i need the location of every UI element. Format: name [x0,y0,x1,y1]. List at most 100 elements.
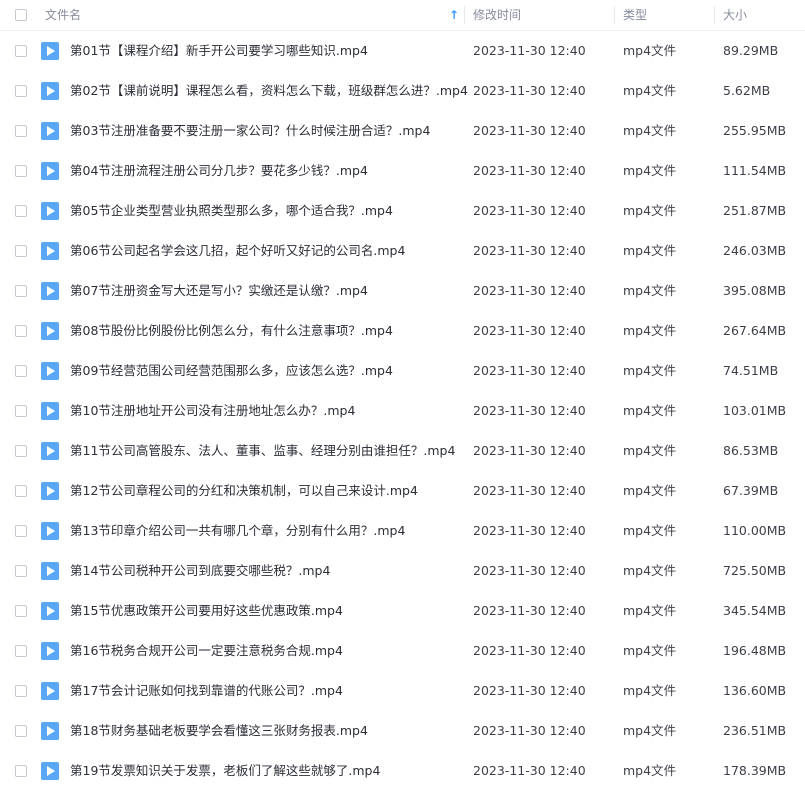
select-all-checkbox[interactable] [15,9,27,21]
column-header-name[interactable]: 文件名 [45,0,81,30]
file-name[interactable]: 第18节财务基础老板要学会看懂这三张财务报表.mp4 [70,711,368,751]
file-type: mp4文件 [623,603,677,618]
file-name[interactable]: 第14节公司税种开公司到底要交哪些税？.mp4 [70,551,330,591]
file-modified-time: 2023-11-30 12:40 [473,763,586,778]
file-modified-time: 2023-11-30 12:40 [473,43,586,58]
file-size: 74.51MB [723,363,779,378]
file-size: 196.48MB [723,643,787,658]
file-row[interactable]: 第15节优惠政策开公司要用好这些优惠政策.mp4 2023-11-30 12:40… [0,591,805,631]
file-row[interactable]: 第08节股份比例股份比例怎么分，有什么注意事项？.mp4 2023-11-30 1… [0,311,805,351]
file-name[interactable]: 第02节【课前说明】课程怎么看，资料怎么下载，班级群怎么进？.mp4 [70,71,468,111]
file-name[interactable]: 第13节印章介绍公司一共有哪几个章，分别有什么用？.mp4 [70,511,405,551]
file-modified-time: 2023-11-30 12:40 [473,683,586,698]
row-checkbox[interactable] [15,405,27,417]
file-modified-time: 2023-11-30 12:40 [473,603,586,618]
file-type: mp4文件 [623,283,677,298]
file-size: 178.39MB [723,763,787,778]
row-checkbox[interactable] [15,445,27,457]
file-name[interactable]: 第19节发票知识关于发票，老板们了解这些就够了.mp4 [70,751,380,791]
file-row[interactable]: 第18节财务基础老板要学会看懂这三张财务报表.mp4 2023-11-30 12:… [0,711,805,751]
file-type: mp4文件 [623,443,677,458]
file-row[interactable]: 第12节公司章程公司的分红和决策机制，可以自己来设计.mp4 2023-11-30… [0,471,805,511]
file-modified-time: 2023-11-30 12:40 [473,203,586,218]
file-row[interactable]: 第10节注册地址开公司没有注册地址怎么办？.mp4 2023-11-30 12:4… [0,391,805,431]
file-size: 255.95MB [723,123,787,138]
file-row[interactable]: 第14节公司税种开公司到底要交哪些税？.mp4 2023-11-30 12:40 m… [0,551,805,591]
row-checkbox[interactable] [15,285,27,297]
file-name[interactable]: 第16节税务合规开公司一定要注意税务合规.mp4 [70,631,343,671]
row-checkbox[interactable] [15,525,27,537]
file-size: 67.39MB [723,483,779,498]
file-name[interactable]: 第06节公司起名学会这几招，起个好听又好记的公司名.mp4 [70,231,405,271]
file-modified-time: 2023-11-30 12:40 [473,243,586,258]
row-checkbox[interactable] [15,765,27,777]
column-header-size[interactable]: 大小 [723,0,747,30]
file-name[interactable]: 第04节注册流程注册公司分几步？要花多少钱？.mp4 [70,151,368,191]
file-size: 267.64MB [723,323,787,338]
video-file-icon [41,442,59,460]
file-type: mp4文件 [623,723,677,738]
row-checkbox[interactable] [15,165,27,177]
video-file-icon [41,162,59,180]
file-row[interactable]: 第05节企业类型营业执照类型那么多，哪个适合我？.mp4 2023-11-30 1… [0,191,805,231]
file-size: 110.00MB [723,523,787,538]
file-row[interactable]: 第04节注册流程注册公司分几步？要花多少钱？.mp4 2023-11-30 12:… [0,151,805,191]
column-divider[interactable] [614,6,615,24]
file-modified-time: 2023-11-30 12:40 [473,403,586,418]
file-name[interactable]: 第09节经营范围公司经营范围那么多，应该怎么选？.mp4 [70,351,393,391]
file-modified-time: 2023-11-30 12:40 [473,483,586,498]
file-type: mp4文件 [623,683,677,698]
column-divider[interactable] [464,6,465,24]
video-file-icon [41,722,59,740]
file-size: 89.29MB [723,43,779,58]
file-name[interactable]: 第03节注册准备要不要注册一家公司？什么时候注册合适？.mp4 [70,111,430,151]
file-name[interactable]: 第08节股份比例股份比例怎么分，有什么注意事项？.mp4 [70,311,393,351]
column-header-modified[interactable]: 修改时间 [473,0,521,30]
file-type: mp4文件 [623,643,677,658]
file-name[interactable]: 第17节会计记账如何找到靠谱的代账公司？.mp4 [70,671,343,711]
file-name[interactable]: 第07节注册资金写大还是写小？实缴还是认缴？.mp4 [70,271,368,311]
file-row[interactable]: 第03节注册准备要不要注册一家公司？什么时候注册合适？.mp4 2023-11-3… [0,111,805,151]
file-row[interactable]: 第07节注册资金写大还是写小？实缴还是认缴？.mp4 2023-11-30 12:… [0,271,805,311]
row-checkbox[interactable] [15,565,27,577]
row-checkbox[interactable] [15,245,27,257]
file-name[interactable]: 第10节注册地址开公司没有注册地址怎么办？.mp4 [70,391,355,431]
file-size: 103.01MB [723,403,787,418]
column-header-type[interactable]: 类型 [623,0,647,30]
row-checkbox[interactable] [15,725,27,737]
row-checkbox[interactable] [15,45,27,57]
file-name[interactable]: 第12节公司章程公司的分红和决策机制，可以自己来设计.mp4 [70,471,418,511]
row-checkbox[interactable] [15,85,27,97]
file-modified-time: 2023-11-30 12:40 [473,163,586,178]
sort-ascending-icon[interactable]: ↑ [449,0,459,30]
file-row[interactable]: 第09节经营范围公司经营范围那么多，应该怎么选？.mp4 2023-11-30 1… [0,351,805,391]
row-checkbox[interactable] [15,645,27,657]
file-type: mp4文件 [623,243,677,258]
row-checkbox[interactable] [15,325,27,337]
file-name[interactable]: 第01节【课程介绍】新手开公司要学习哪些知识.mp4 [70,31,368,71]
file-modified-time: 2023-11-30 12:40 [473,523,586,538]
row-checkbox[interactable] [15,605,27,617]
file-row[interactable]: 第02节【课前说明】课程怎么看，资料怎么下载，班级群怎么进？.mp4 2023-1… [0,71,805,111]
row-checkbox[interactable] [15,485,27,497]
file-type: mp4文件 [623,363,677,378]
file-row[interactable]: 第11节公司高管股东、法人、董事、监事、经理分别由谁担任？.mp4 2023-11… [0,431,805,471]
file-row[interactable]: 第19节发票知识关于发票，老板们了解这些就够了.mp4 2023-11-30 12… [0,751,805,791]
row-checkbox[interactable] [15,125,27,137]
video-file-icon [41,602,59,620]
file-row[interactable]: 第01节【课程介绍】新手开公司要学习哪些知识.mp4 2023-11-30 12:… [0,31,805,71]
file-name[interactable]: 第11节公司高管股东、法人、董事、监事、经理分别由谁担任？.mp4 [70,431,455,471]
file-row[interactable]: 第06节公司起名学会这几招，起个好听又好记的公司名.mp4 2023-11-30 … [0,231,805,271]
row-checkbox[interactable] [15,685,27,697]
file-row[interactable]: 第13节印章介绍公司一共有哪几个章，分别有什么用？.mp4 2023-11-30 … [0,511,805,551]
file-row[interactable]: 第17节会计记账如何找到靠谱的代账公司？.mp4 2023-11-30 12:40… [0,671,805,711]
row-checkbox[interactable] [15,365,27,377]
file-type: mp4文件 [623,763,677,778]
file-name[interactable]: 第15节优惠政策开公司要用好这些优惠政策.mp4 [70,591,343,631]
file-row[interactable]: 第16节税务合规开公司一定要注意税务合规.mp4 2023-11-30 12:40… [0,631,805,671]
row-checkbox[interactable] [15,205,27,217]
file-name[interactable]: 第05节企业类型营业执照类型那么多，哪个适合我？.mp4 [70,191,393,231]
column-divider[interactable] [714,6,715,24]
video-file-icon [41,242,59,260]
file-size: 725.50MB [723,563,787,578]
